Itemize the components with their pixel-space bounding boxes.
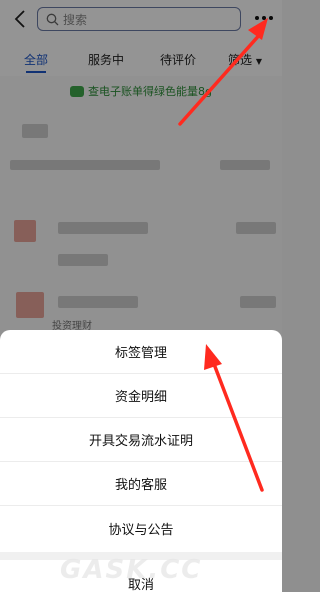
menu-item-agreements[interactable]: 协议与公告: [0, 506, 282, 550]
menu-item-customer-service[interactable]: 我的客服: [0, 462, 282, 506]
menu-item-tag-management[interactable]: 标签管理: [0, 330, 282, 374]
menu-item-fund-details[interactable]: 资金明细: [0, 374, 282, 418]
watermark: GASK.CC: [60, 555, 203, 585]
action-sheet: 标签管理 资金明细 开具交易流水证明 我的客服 协议与公告 取消: [0, 330, 282, 592]
menu-item-transaction-statement[interactable]: 开具交易流水证明: [0, 418, 282, 462]
